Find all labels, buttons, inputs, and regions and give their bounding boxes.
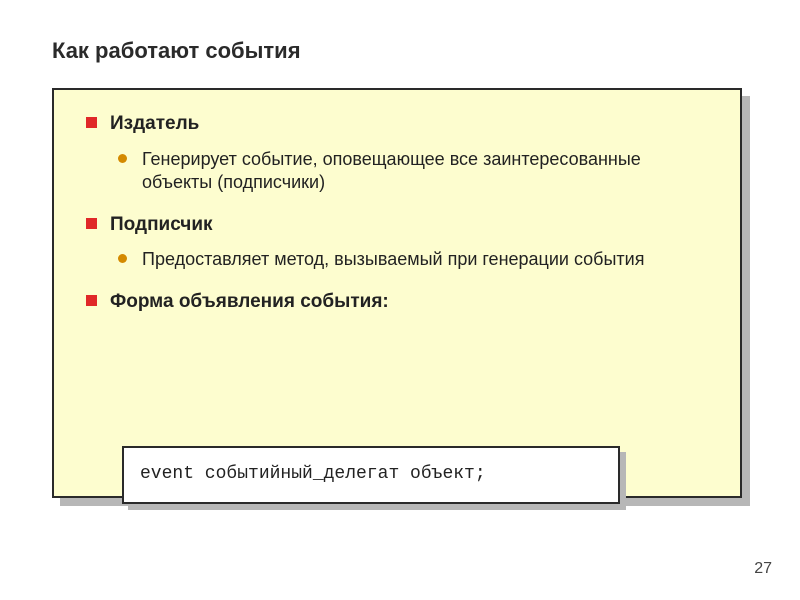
subbullet-label: Предоставляет метод, вызываемый при гене… xyxy=(142,249,644,269)
bullet-label: Форма объявления события: xyxy=(110,291,389,312)
square-bullet-icon xyxy=(86,295,97,306)
subbullet-label: Генерирует событие, оповещающее все заин… xyxy=(142,149,641,192)
bullet-label: Издатель xyxy=(110,113,199,134)
code-box: event событийный_делегат объект; xyxy=(122,446,620,504)
bullet-publisher: Издатель xyxy=(84,112,710,136)
dot-bullet-icon xyxy=(118,254,127,263)
code-text: event событийный_делегат объект; xyxy=(140,464,486,484)
bullet-subscriber: Подписчик xyxy=(84,213,710,237)
content-panel: Издатель Генерирует событие, оповещающее… xyxy=(52,88,742,498)
subbullet-subscriber-detail: Предоставляет метод, вызываемый при гене… xyxy=(84,248,710,271)
page-number: 27 xyxy=(754,560,772,578)
subbullet-publisher-detail: Генерирует событие, оповещающее все заин… xyxy=(84,148,710,195)
slide-title: Как работают события xyxy=(52,38,301,64)
bullet-list: Издатель Генерирует событие, оповещающее… xyxy=(84,112,710,313)
slide: Как работают события Издатель Генерирует… xyxy=(0,0,800,600)
bullet-form: Форма объявления события: xyxy=(84,290,710,314)
square-bullet-icon xyxy=(86,117,97,128)
dot-bullet-icon xyxy=(118,154,127,163)
bullet-label: Подписчик xyxy=(110,214,213,235)
square-bullet-icon xyxy=(86,218,97,229)
